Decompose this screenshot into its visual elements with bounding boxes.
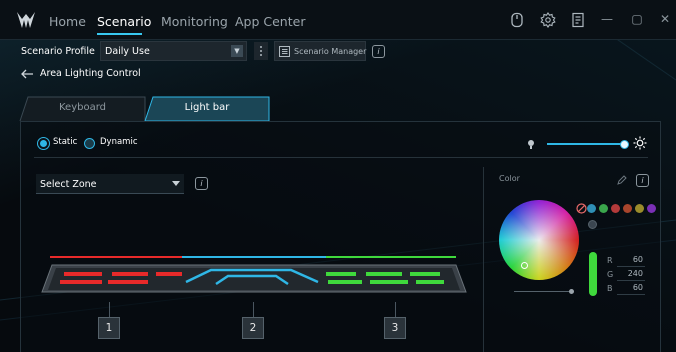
info-icon[interactable]: i [195,177,208,190]
list-icon [279,46,290,57]
minimize-icon[interactable]: — [600,12,614,26]
controller-icon[interactable] [509,12,525,28]
color-intensity-slider[interactable] [514,291,574,292]
zone-2-connector [253,302,254,318]
color-swatch-2[interactable] [599,204,608,213]
color-panel-divider [483,167,484,352]
radio-dynamic[interactable] [84,138,95,149]
color-swatch-6[interactable] [647,204,656,213]
zone-1-connector [109,302,110,318]
top-navigation-bar: Home Scenario Monitoring App Center — ▢ … [0,0,676,40]
r-value-input[interactable]: 60 [617,255,645,267]
mode-dynamic-label: Dynamic [100,137,138,147]
panel-icon[interactable] [570,12,586,28]
color-swatch-5[interactable] [635,204,644,213]
tab-home[interactable]: Home [49,14,86,29]
zone-2-button[interactable]: 2 [242,317,264,339]
more-options-button[interactable] [254,42,268,60]
zone-1-button[interactable]: 1 [98,317,120,339]
brightness-slider-handle[interactable] [620,140,629,149]
page-title: Area Lighting Control [40,68,141,79]
info-icon[interactable]: i [636,174,649,187]
select-zone-dropdown[interactable]: Select Zone [36,174,184,194]
mode-static-label: Static [53,137,78,147]
chevron-down-icon [172,181,180,186]
color-wheel-picker[interactable] [521,262,528,269]
brightness-low-icon [528,140,534,149]
tab-light-bar[interactable]: Light bar [145,96,269,120]
scenario-profile-label: Scenario Profile [21,46,95,57]
zone-3-connector [395,302,396,318]
maximize-icon[interactable]: ▢ [630,12,644,26]
g-value-input[interactable]: 240 [617,269,645,281]
color-swatch-3[interactable] [611,204,620,213]
color-intensity-handle[interactable] [569,289,574,294]
back-arrow-icon[interactable] [20,67,34,81]
tab-keyboard[interactable]: Keyboard [20,96,145,120]
zone-3-button[interactable]: 3 [384,317,406,339]
tab-scenario[interactable]: Scenario [97,14,151,29]
scenario-manager-label: Scenario Manager [294,47,367,56]
brightness-slider-track[interactable] [547,143,626,145]
g-label: G [607,270,614,279]
tab-app-center[interactable]: App Center [235,14,305,29]
scenario-manager-button[interactable]: Scenario Manager [274,41,366,61]
chevron-down-icon: ▼ [231,45,243,57]
tab-monitoring[interactable]: Monitoring [161,14,228,29]
scenario-profile-select[interactable]: Daily Use ▼ [100,41,247,61]
predator-logo-icon [17,12,35,28]
scenario-profile-value: Daily Use [105,46,150,57]
b-label: B [607,284,613,293]
brightness-high-icon [633,136,647,150]
settings-gear-icon[interactable] [540,12,556,28]
select-zone-label: Select Zone [40,179,97,190]
active-tab-indicator [97,33,142,35]
close-icon[interactable]: ✕ [658,12,672,26]
color-wheel-shade [499,200,579,280]
eyedropper-icon[interactable] [617,174,628,185]
light-bar-illustration [41,256,467,293]
r-label: R [607,256,613,265]
info-icon[interactable]: i [372,45,385,58]
color-label: Color [499,174,520,183]
no-color-swatch-icon[interactable] [576,203,587,214]
panel-divider [34,157,648,158]
color-swatch-4[interactable] [623,204,632,213]
add-swatch-button[interactable] [588,220,597,229]
b-value-input[interactable]: 60 [617,283,645,295]
selected-color-preview [589,252,597,296]
radio-static[interactable] [38,138,49,149]
color-swatch-1[interactable] [587,204,596,213]
